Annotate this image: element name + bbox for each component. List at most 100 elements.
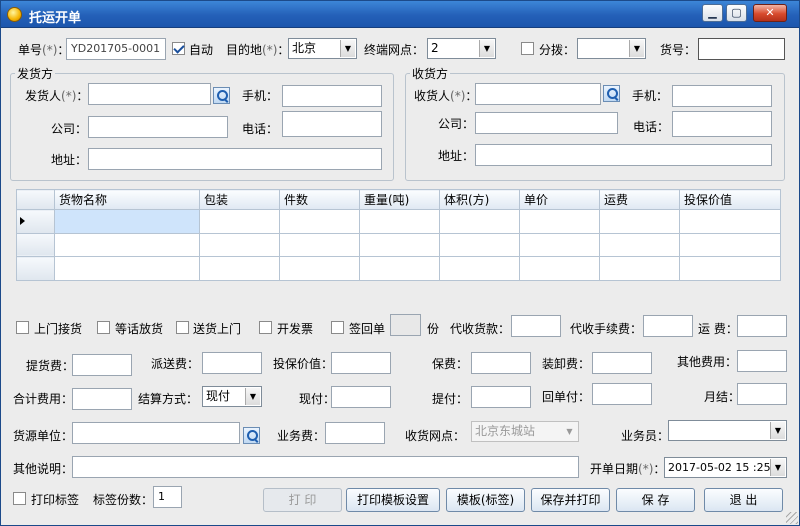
table-cell[interactable] bbox=[54, 256, 200, 281]
sender-phone-input[interactable] bbox=[282, 111, 382, 137]
table-cell[interactable] bbox=[439, 209, 520, 234]
split-checkbox[interactable] bbox=[521, 42, 534, 55]
column-header[interactable]: 单价 bbox=[519, 189, 600, 210]
table-cell[interactable] bbox=[279, 209, 360, 234]
table-cell[interactable] bbox=[199, 256, 280, 281]
resize-grip-icon[interactable] bbox=[786, 512, 798, 524]
exit-button[interactable]: 退 出 bbox=[704, 488, 783, 512]
column-header[interactable]: 体积(方) bbox=[439, 189, 520, 210]
cargo-no-input[interactable] bbox=[698, 38, 785, 60]
delivery-checkbox[interactable] bbox=[176, 321, 189, 334]
auto-checkbox[interactable] bbox=[172, 42, 185, 55]
table-cell[interactable] bbox=[679, 209, 781, 234]
save-button[interactable]: 保 存 bbox=[616, 488, 695, 512]
search-icon[interactable] bbox=[603, 85, 620, 102]
insured-value-input[interactable] bbox=[331, 352, 391, 374]
table-cell[interactable] bbox=[519, 256, 600, 281]
destination-select[interactable]: 北京 ▼ bbox=[288, 38, 357, 59]
handling-fee-input[interactable] bbox=[592, 352, 652, 374]
table-cell[interactable] bbox=[279, 232, 360, 258]
label-template-button[interactable]: 模板(标签) bbox=[446, 488, 525, 512]
sender-address-input[interactable] bbox=[88, 148, 382, 170]
chevron-down-icon[interactable]: ▼ bbox=[340, 40, 355, 57]
table-cell[interactable] bbox=[54, 209, 200, 234]
table-cell[interactable] bbox=[359, 256, 440, 281]
column-header[interactable]: 货物名称 bbox=[54, 189, 200, 210]
chevron-down-icon[interactable]: ▼ bbox=[562, 423, 577, 440]
cod-input[interactable] bbox=[511, 315, 561, 337]
monthly-input[interactable] bbox=[737, 383, 787, 405]
split-select[interactable]: ▼ bbox=[577, 38, 646, 59]
row-header[interactable] bbox=[16, 232, 55, 258]
table-cell[interactable] bbox=[359, 232, 440, 258]
column-header[interactable]: 运费 bbox=[599, 189, 680, 210]
cod-fee-input[interactable] bbox=[643, 315, 693, 337]
table-cell[interactable] bbox=[54, 232, 200, 258]
search-icon[interactable] bbox=[213, 87, 230, 104]
table-cell[interactable] bbox=[199, 209, 280, 234]
pickup-pay-input[interactable] bbox=[471, 386, 531, 408]
receive-point-select[interactable]: 北京东城站 ▼ bbox=[471, 421, 579, 442]
receiver-address-input[interactable] bbox=[475, 144, 772, 166]
insurance-fee-input[interactable] bbox=[471, 352, 531, 374]
wait-notice-checkbox[interactable] bbox=[97, 321, 110, 334]
column-header[interactable]: 投保价值 bbox=[679, 189, 781, 210]
sender-name-input[interactable] bbox=[88, 83, 211, 105]
maximize-button[interactable]: ▢ bbox=[726, 4, 747, 22]
chevron-down-icon[interactable]: ▼ bbox=[479, 40, 494, 57]
invoice-checkbox[interactable] bbox=[259, 321, 272, 334]
table-cell[interactable] bbox=[679, 232, 781, 258]
payment-method-select[interactable]: 现付 ▼ bbox=[202, 386, 262, 407]
save-print-button[interactable]: 保存并打印 bbox=[531, 488, 610, 512]
salesman-select[interactable]: ▼ bbox=[668, 420, 787, 441]
sign-return-checkbox[interactable] bbox=[331, 321, 344, 334]
close-button[interactable]: ✕ bbox=[753, 4, 787, 22]
table-cell[interactable] bbox=[359, 209, 440, 234]
column-header[interactable]: 重量(吨) bbox=[359, 189, 440, 210]
date-picker[interactable]: 2017-05-02 15 :25 ▼ bbox=[664, 457, 787, 478]
freight-input[interactable] bbox=[737, 315, 787, 337]
table-row[interactable] bbox=[16, 232, 781, 258]
table-cell[interactable] bbox=[199, 232, 280, 258]
table-cell[interactable] bbox=[519, 209, 600, 234]
column-header[interactable]: 包装 bbox=[199, 189, 280, 210]
cash-pay-input[interactable] bbox=[331, 386, 391, 408]
table-row[interactable] bbox=[16, 209, 781, 234]
label-count-input[interactable]: 1 bbox=[153, 486, 182, 508]
table-cell[interactable] bbox=[679, 256, 781, 281]
receiver-name-input[interactable] bbox=[475, 83, 601, 105]
other-fee-input[interactable] bbox=[737, 350, 787, 372]
receiver-mobile-input[interactable] bbox=[672, 85, 772, 107]
chevron-down-icon[interactable]: ▼ bbox=[245, 388, 260, 405]
table-cell[interactable] bbox=[519, 232, 600, 258]
table-row[interactable] bbox=[16, 256, 781, 281]
table-cell[interactable] bbox=[279, 256, 360, 281]
total-fee-input[interactable] bbox=[72, 388, 132, 410]
receiver-company-input[interactable] bbox=[475, 112, 618, 134]
source-unit-input[interactable] bbox=[72, 422, 240, 444]
table-cell[interactable] bbox=[599, 256, 680, 281]
return-pay-input[interactable] bbox=[592, 383, 652, 405]
column-header[interactable]: 件数 bbox=[279, 189, 360, 210]
chevron-down-icon[interactable]: ▼ bbox=[770, 459, 785, 476]
row-header[interactable] bbox=[16, 256, 55, 281]
chevron-down-icon[interactable]: ▼ bbox=[629, 40, 644, 57]
search-icon[interactable] bbox=[243, 427, 260, 444]
goods-table[interactable]: 货物名称 包装 件数 重量(吨) 体积(方) 单价 运费 投保价值 bbox=[16, 189, 781, 281]
print-label-checkbox[interactable] bbox=[13, 492, 26, 505]
table-cell[interactable] bbox=[599, 209, 680, 234]
remark-input[interactable] bbox=[72, 456, 579, 478]
terminal-select[interactable]: 2 ▼ bbox=[427, 38, 496, 59]
table-cell[interactable] bbox=[439, 256, 520, 281]
receiver-phone-input[interactable] bbox=[672, 111, 772, 137]
print-button[interactable]: 打 印 bbox=[263, 488, 342, 512]
pickup-fee-input[interactable] bbox=[72, 354, 132, 376]
print-template-button[interactable]: 打印模板设置 bbox=[346, 488, 440, 512]
chevron-down-icon[interactable]: ▼ bbox=[770, 422, 785, 439]
row-header[interactable] bbox=[16, 209, 55, 234]
business-fee-input[interactable] bbox=[325, 422, 385, 444]
table-cell[interactable] bbox=[599, 232, 680, 258]
sender-company-input[interactable] bbox=[88, 116, 228, 138]
pickup-checkbox[interactable] bbox=[16, 321, 29, 334]
sender-mobile-input[interactable] bbox=[282, 85, 382, 107]
